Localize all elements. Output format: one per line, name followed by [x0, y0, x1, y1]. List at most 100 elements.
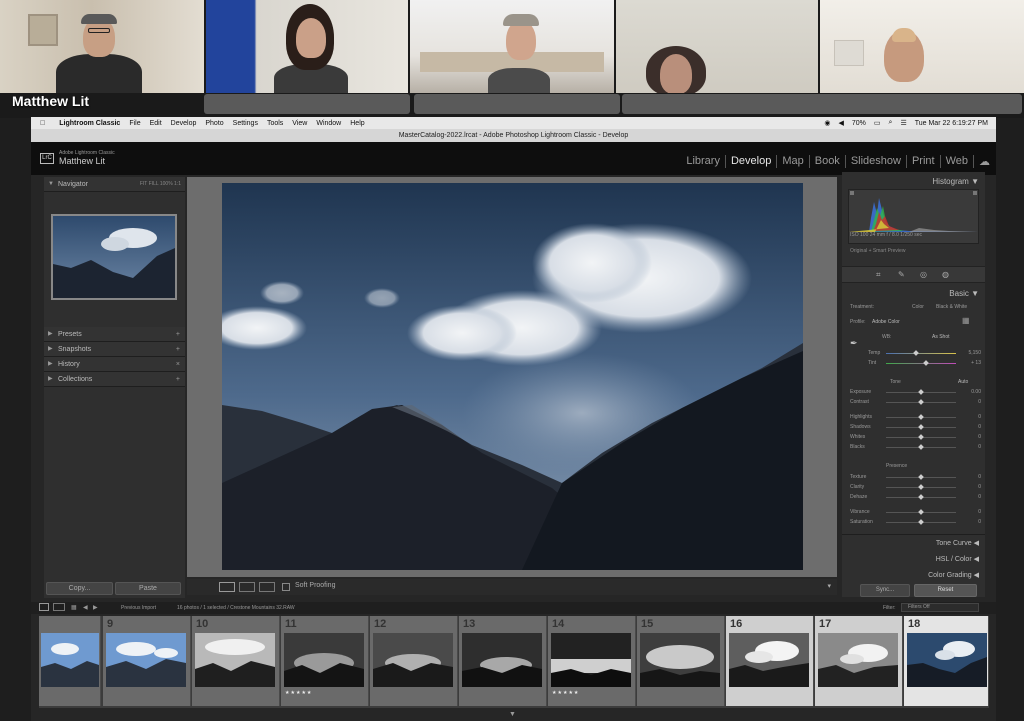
clarity-value[interactable]: 0 [978, 484, 981, 490]
dehaze-slider-thumb[interactable] [918, 494, 924, 500]
module-map[interactable]: Map [777, 155, 810, 168]
tone-curve-header[interactable]: Tone Curve ◀ [936, 539, 979, 547]
apple-icon[interactable]:  [40, 120, 45, 127]
whites-value[interactable]: 0 [978, 434, 981, 440]
menu-window[interactable]: Window [316, 120, 341, 127]
filmstrip-source[interactable]: Previous Import [121, 605, 156, 611]
film-cell-14[interactable]: 14 ★★★★★ [548, 616, 636, 706]
add-preset-icon[interactable]: + [176, 327, 180, 342]
film-cell-12[interactable]: 12 [370, 616, 458, 706]
module-develop[interactable]: Develop [726, 155, 778, 168]
menu-develop[interactable]: Develop [171, 120, 197, 127]
reset-button[interactable]: Reset [914, 584, 977, 597]
saturation-slider-thumb[interactable] [918, 519, 924, 525]
menu-app-name[interactable]: Lightroom Classic [59, 120, 120, 127]
battery-level[interactable]: 70% [852, 120, 866, 127]
add-snapshot-icon[interactable]: + [176, 342, 180, 357]
wifi-icon[interactable]: ◉ [824, 119, 830, 127]
crop-tool-icon[interactable]: ⌗ [876, 270, 881, 280]
before-after-icon[interactable] [239, 582, 255, 592]
filter-select[interactable]: Filters Off [901, 603, 979, 612]
battery-icon[interactable]: ▭ [874, 119, 881, 127]
volume-icon[interactable]: ◀ [838, 119, 843, 127]
shadows-slider-thumb[interactable] [918, 424, 924, 430]
module-book[interactable]: Book [810, 155, 846, 168]
temp-slider-thumb[interactable] [913, 350, 919, 356]
copy-settings-button[interactable]: Copy... [46, 582, 113, 595]
navigator-preview[interactable] [51, 214, 177, 300]
navigator-header[interactable]: ▼ Navigator FIT FILL 100% 1:1 [44, 177, 185, 192]
menu-tools[interactable]: Tools [267, 120, 283, 127]
participant-tile-4[interactable] [616, 0, 818, 93]
menu-help[interactable]: Help [350, 120, 364, 127]
paste-settings-button[interactable]: Paste [115, 582, 181, 595]
history-header[interactable]: ▶ History × [44, 357, 185, 372]
treatment-bw[interactable]: Black & White [936, 304, 967, 310]
before-after-split-icon[interactable] [259, 582, 275, 592]
control-center-icon[interactable]: ☰ [900, 119, 906, 127]
loupe-view-icon[interactable] [219, 582, 235, 592]
shadows-value[interactable]: 0 [978, 424, 981, 430]
tint-slider-track[interactable] [886, 363, 956, 364]
snapshots-header[interactable]: ▶ Snapshots + [44, 342, 185, 357]
texture-value[interactable]: 0 [978, 474, 981, 480]
vibrance-slider-thumb[interactable] [918, 509, 924, 515]
red-eye-icon[interactable]: ◎ [920, 270, 927, 279]
temp-slider-track[interactable] [886, 353, 956, 354]
menu-settings[interactable]: Settings [233, 120, 258, 127]
film-cell-9[interactable]: 9 [103, 616, 191, 706]
tint-slider-thumb[interactable] [923, 360, 929, 366]
film-rating[interactable]: ★★★★★ [552, 690, 579, 696]
contrast-slider-thumb[interactable] [918, 399, 924, 405]
participant-tile-speaker[interactable] [0, 0, 204, 93]
histogram-header[interactable]: Histogram ▼ [932, 177, 979, 186]
collections-header[interactable]: ▶ Collections + [44, 372, 185, 387]
tint-value[interactable]: + 13 [971, 360, 981, 366]
menu-view[interactable]: View [292, 120, 307, 127]
grid-view-icon[interactable]: ▦ [71, 604, 77, 611]
contrast-value[interactable]: 0 [978, 399, 981, 405]
film-cell-10[interactable]: 10 [192, 616, 280, 706]
film-cell-17[interactable]: 17 [815, 616, 903, 706]
back-arrow-icon[interactable]: ◀ [83, 604, 88, 611]
heal-tool-icon[interactable]: ✎ [898, 270, 905, 279]
spotlight-icon[interactable]: ⌕ [889, 119, 893, 127]
basic-panel-header[interactable]: Basic ▼ [949, 289, 979, 298]
toolbar-menu-icon[interactable]: ▾ [827, 582, 831, 590]
scroll-down-icon[interactable]: ▼ [509, 711, 516, 718]
profile-browser-icon[interactable]: ▦ [962, 316, 970, 325]
masking-icon[interactable]: ◍ [942, 270, 949, 279]
sync-button[interactable]: Sync... [860, 584, 910, 597]
highlights-value[interactable]: 0 [978, 414, 981, 420]
dehaze-value[interactable]: 0 [978, 494, 981, 500]
menu-photo[interactable]: Photo [205, 120, 223, 127]
temp-value[interactable]: 5,150 [968, 350, 981, 356]
module-library[interactable]: Library [681, 155, 726, 168]
cloud-icon[interactable]: ☁ [974, 155, 990, 168]
color-grading-header[interactable]: Color Grading ◀ [928, 571, 979, 579]
texture-slider-thumb[interactable] [918, 474, 924, 480]
film-cell-16[interactable]: 16 [726, 616, 814, 706]
clarity-slider-thumb[interactable] [918, 484, 924, 490]
exposure-value[interactable]: 0.00 [971, 389, 981, 395]
treatment-color[interactable]: Color [912, 304, 924, 310]
film-cell-18-selected[interactable]: 18 [904, 616, 989, 706]
auto-tone-button[interactable]: Auto [958, 379, 968, 385]
profile-select[interactable]: Adobe Color [872, 319, 900, 325]
clear-history-icon[interactable]: × [176, 357, 180, 372]
main-window-icon[interactable] [39, 603, 49, 611]
menu-edit[interactable]: Edit [150, 120, 162, 127]
module-print[interactable]: Print [907, 155, 941, 168]
navigator-zoom-modes[interactable]: FIT FILL 100% 1:1 [140, 177, 181, 192]
forward-arrow-icon[interactable]: ▶ [93, 604, 98, 611]
whites-slider-thumb[interactable] [918, 434, 924, 440]
film-rating[interactable]: ★★★★★ [285, 690, 312, 696]
soft-proofing-checkbox[interactable] [282, 583, 290, 591]
main-photo[interactable] [222, 183, 803, 570]
participant-tile-5[interactable] [820, 0, 1024, 93]
add-collection-icon[interactable]: + [176, 372, 180, 387]
film-cell-partial[interactable] [39, 616, 101, 706]
menu-clock[interactable]: Tue Mar 22 6:19:27 PM [915, 120, 988, 127]
presets-header[interactable]: ▶ Presets + [44, 327, 185, 342]
film-cell-11[interactable]: 11 ★★★★★ [281, 616, 369, 706]
